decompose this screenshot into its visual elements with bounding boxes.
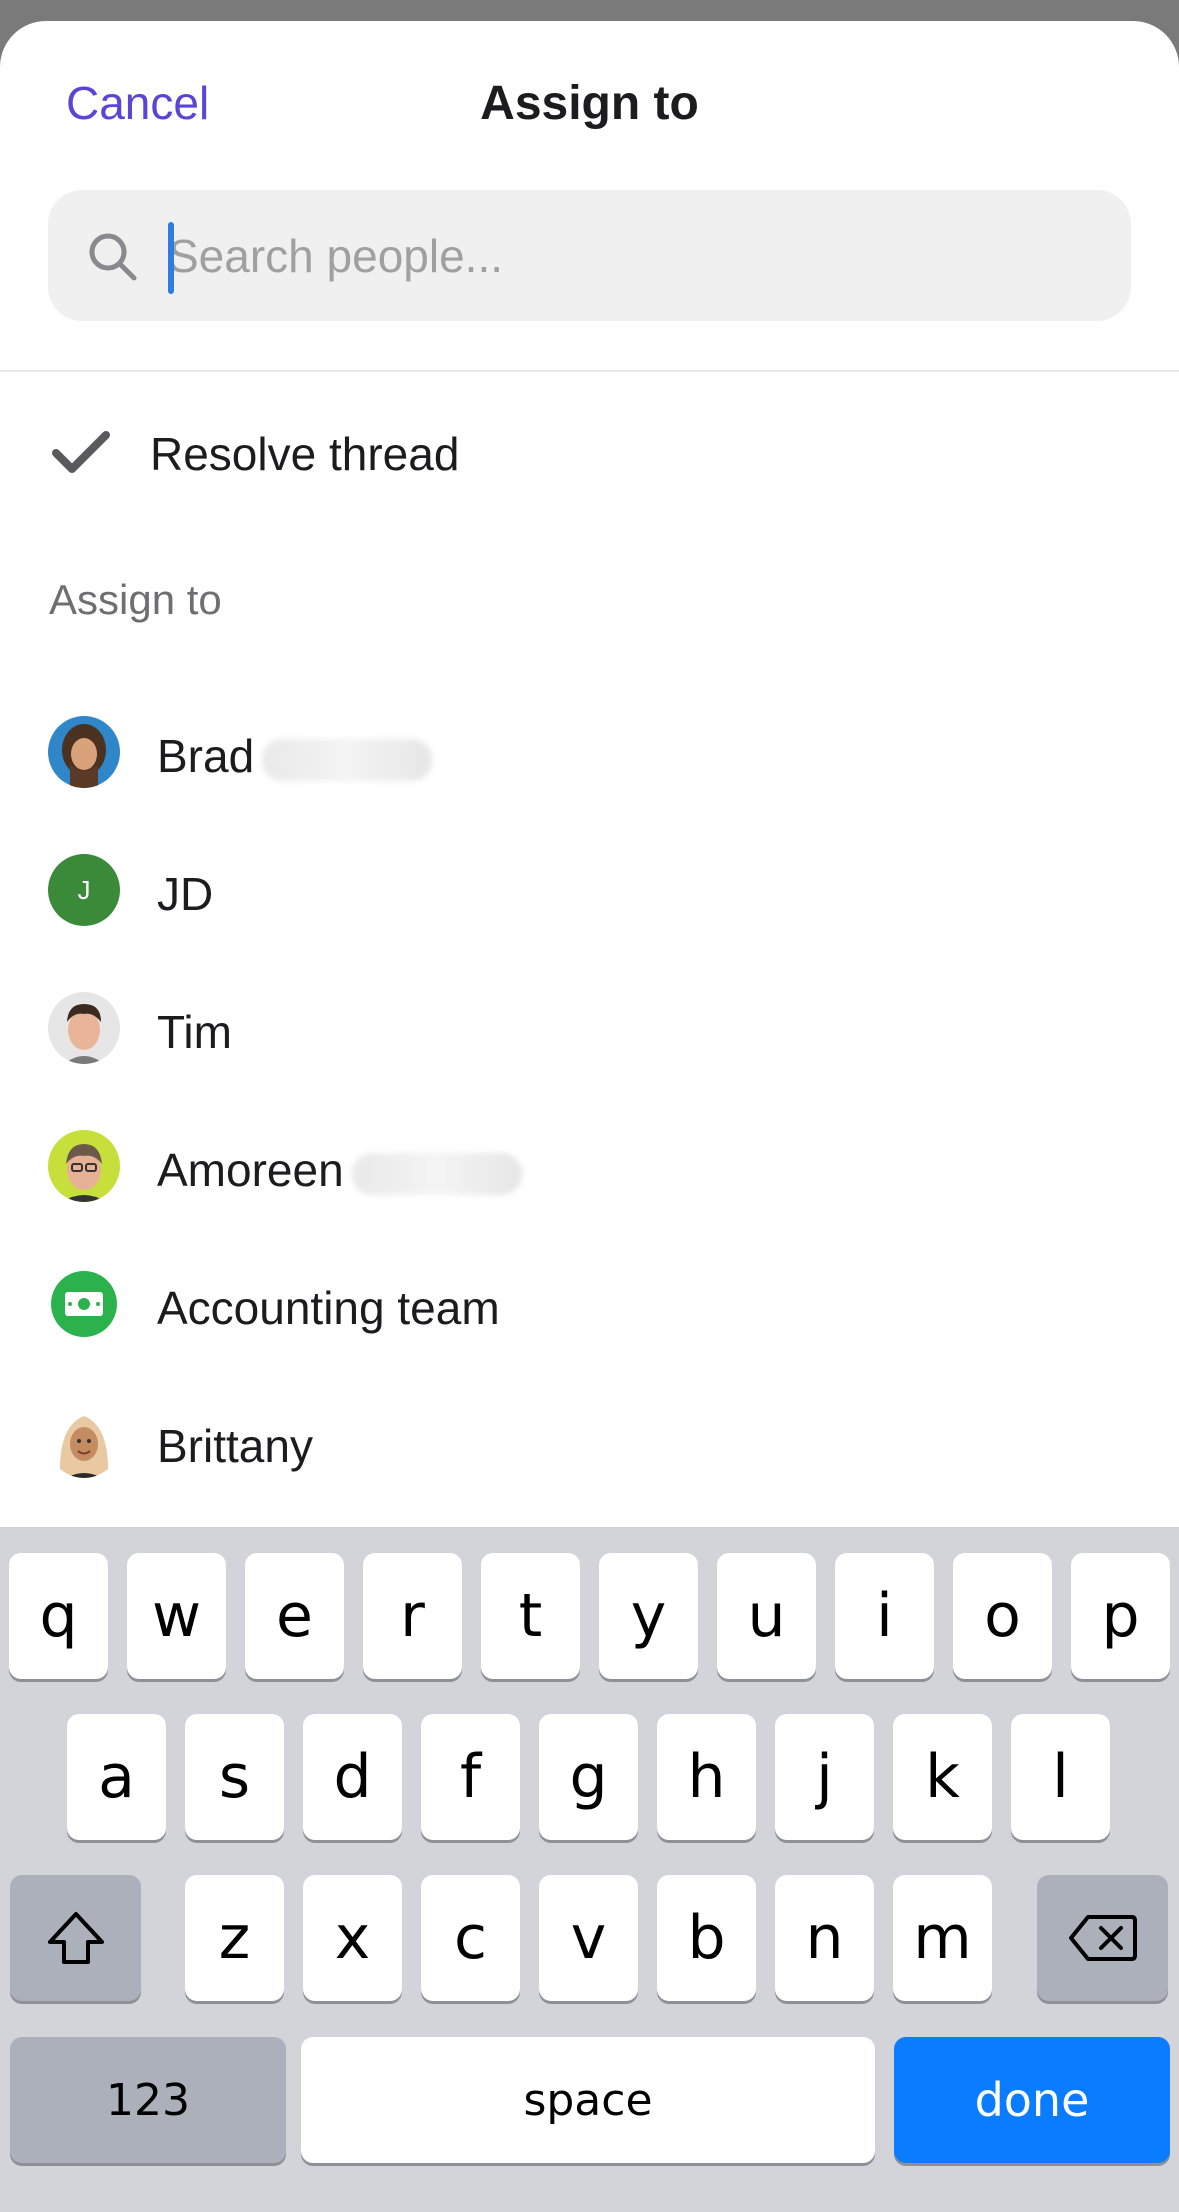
numbers-key[interactable]: 123 (10, 2037, 286, 2163)
search-icon (89, 233, 137, 281)
key-f[interactable]: f (421, 1714, 520, 1840)
key-z[interactable]: z (185, 1875, 284, 2001)
person-name: Brad (157, 730, 255, 782)
checkmark-icon (52, 431, 110, 473)
jd-avatar: J (48, 854, 120, 926)
keyboard: qwertyuiop asdfghjkl zxcvbnm 123 space d… (0, 1527, 1179, 2212)
done-key[interactable]: done (894, 2037, 1170, 2163)
keyboard-row-1: qwertyuiop (0, 1553, 1179, 1679)
person-row-tim[interactable]: Tim (0, 945, 1179, 1083)
person-name: Tim (157, 1006, 232, 1058)
person-row-accounting-team[interactable]: Accounting team (0, 1221, 1179, 1359)
key-n[interactable]: n (775, 1875, 874, 2001)
resolve-thread-option[interactable]: Resolve thread (0, 391, 1179, 491)
blurred-surname (262, 738, 433, 781)
person-name: JD (157, 868, 214, 920)
search-bar[interactable] (48, 190, 1131, 321)
key-r[interactable]: r (363, 1553, 462, 1679)
sheet-title: Assign to (480, 77, 699, 130)
person-row-jd[interactable]: J JD (0, 807, 1179, 945)
brittany-avatar (48, 1406, 120, 1478)
key-h[interactable]: h (657, 1714, 756, 1840)
tim-avatar (48, 992, 120, 1064)
person-name: Amoreen (157, 1144, 344, 1196)
key-c[interactable]: c (421, 1875, 520, 2001)
key-g[interactable]: g (539, 1714, 638, 1840)
brad-avatar (48, 716, 120, 788)
key-i[interactable]: i (835, 1553, 934, 1679)
search-input[interactable] (168, 190, 1068, 321)
key-l[interactable]: l (1011, 1714, 1110, 1840)
space-key[interactable]: space (301, 2037, 875, 2163)
person-row-amoreen[interactable]: Amoreen (0, 1083, 1179, 1221)
key-a[interactable]: a (67, 1714, 166, 1840)
keyboard-row-4: 123 space done (0, 2037, 1179, 2163)
person-row-brad[interactable]: Brad (0, 669, 1179, 807)
key-x[interactable]: x (303, 1875, 402, 2001)
people-list: Brad J JD Tim Amoreen Accounting team Br… (0, 669, 1179, 1497)
backspace-icon (1068, 1915, 1137, 1961)
key-q[interactable]: q (9, 1553, 108, 1679)
money-icon (51, 1271, 117, 1337)
person-row-brittany[interactable]: Brittany (0, 1359, 1179, 1497)
sheet-header: Cancel Assign to (0, 21, 1179, 171)
key-y[interactable]: y (599, 1553, 698, 1679)
amoreen-avatar (48, 1130, 120, 1202)
key-e[interactable]: e (245, 1553, 344, 1679)
shift-icon (47, 1912, 104, 1964)
key-u[interactable]: u (717, 1553, 816, 1679)
resolve-thread-label: Resolve thread (150, 428, 460, 480)
keyboard-row-3: zxcvbnm (0, 1875, 1179, 2001)
section-heading: Assign to (49, 576, 222, 623)
key-s[interactable]: s (185, 1714, 284, 1840)
key-b[interactable]: b (657, 1875, 756, 2001)
blurred-surname (351, 1152, 522, 1195)
key-t[interactable]: t (481, 1553, 580, 1679)
backspace-key[interactable] (1037, 1875, 1168, 2001)
text-caret (168, 222, 174, 294)
divider (0, 370, 1179, 372)
key-o[interactable]: o (953, 1553, 1052, 1679)
key-d[interactable]: d (303, 1714, 402, 1840)
person-name: Brittany (157, 1420, 313, 1472)
key-v[interactable]: v (539, 1875, 638, 2001)
avatar-initial: J (77, 874, 91, 905)
shift-key[interactable] (10, 1875, 141, 2001)
person-name: Accounting team (157, 1282, 500, 1334)
key-j[interactable]: j (775, 1714, 874, 1840)
key-m[interactable]: m (893, 1875, 992, 2001)
key-k[interactable]: k (893, 1714, 992, 1840)
key-w[interactable]: w (127, 1553, 226, 1679)
key-p[interactable]: p (1071, 1553, 1170, 1679)
keyboard-row-2: asdfghjkl (0, 1714, 1179, 1840)
